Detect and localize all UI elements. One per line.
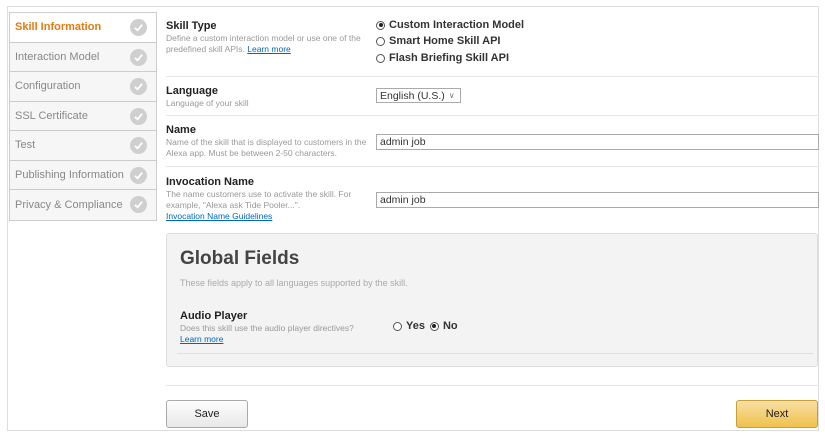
audio-player-description: Does this skill use the audio player dir… bbox=[180, 323, 354, 345]
radio-flash-briefing-skill-api[interactable]: Flash Briefing Skill API bbox=[376, 52, 509, 64]
sidebar-item-publishing-information[interactable]: Publishing Information bbox=[10, 160, 156, 190]
language-select-value: English (U.S.) bbox=[380, 89, 445, 102]
invocation-name-input[interactable] bbox=[376, 192, 819, 208]
checkmark-icon bbox=[130, 137, 147, 154]
audio-player-radio-group: Yes No bbox=[390, 320, 458, 332]
checkmark-icon bbox=[130, 166, 147, 184]
global-fields-panel: Global Fields These fields apply to all … bbox=[166, 233, 818, 367]
next-button[interactable]: Next bbox=[736, 400, 818, 428]
sidebar-item-privacy-compliance[interactable]: Privacy & Compliance bbox=[10, 190, 156, 220]
radio-button-icon[interactable] bbox=[376, 20, 385, 30]
radio-label: Flash Briefing Skill API bbox=[389, 52, 510, 64]
radio-label: Custom Interaction Model bbox=[389, 19, 525, 31]
skill-type-title: Skill Type bbox=[166, 20, 217, 32]
audio-desc-text: Does this skill use the audio player dir… bbox=[180, 323, 354, 333]
learn-more-link[interactable]: Learn more bbox=[247, 44, 290, 54]
checkmark-icon bbox=[130, 19, 147, 36]
radio-yes-icon[interactable] bbox=[393, 321, 402, 331]
audio-learn-more-link[interactable]: Learn more bbox=[180, 334, 223, 344]
radio-no-label[interactable]: No bbox=[443, 320, 458, 332]
language-title: Language bbox=[166, 85, 218, 97]
panel-divider bbox=[177, 353, 813, 354]
save-button[interactable]: Save bbox=[166, 400, 248, 428]
name-description: Name of the skill that is displayed to c… bbox=[166, 137, 367, 158]
invocation-name-description: The name customers use to activate the s… bbox=[166, 189, 371, 222]
sidebar-item-skill-information[interactable]: Skill Information bbox=[10, 13, 156, 43]
section-divider bbox=[166, 166, 819, 167]
checkmark-icon bbox=[130, 196, 147, 213]
invocation-guidelines-link[interactable]: Invocation Name Guidelines bbox=[166, 211, 272, 221]
language-select[interactable]: English (U.S.) ∨ bbox=[376, 88, 461, 103]
section-divider bbox=[166, 115, 819, 116]
global-fields-title: Global Fields bbox=[180, 248, 300, 269]
skill-type-description: Define a custom interaction model or use… bbox=[166, 33, 371, 55]
checkmark-icon bbox=[130, 48, 147, 66]
audio-player-title: Audio Player bbox=[180, 310, 248, 322]
radio-custom-interaction-model[interactable]: Custom Interaction Model bbox=[376, 19, 524, 31]
radio-label: Smart Home Skill API bbox=[389, 35, 501, 47]
radio-button-icon[interactable] bbox=[376, 53, 385, 63]
radio-no-icon[interactable] bbox=[429, 321, 439, 331]
sidebar-item-configuration[interactable]: Configuration bbox=[10, 72, 156, 102]
radio-button-icon[interactable] bbox=[376, 36, 385, 46]
section-divider bbox=[166, 385, 819, 386]
sidebar-nav: Skill Information Interaction Model Conf… bbox=[9, 12, 157, 221]
language-description: Language of your skill bbox=[166, 98, 249, 108]
name-title: Name bbox=[166, 124, 196, 136]
checkmark-icon bbox=[130, 78, 147, 95]
sidebar-item-ssl-certificate[interactable]: SSL Certificate bbox=[10, 101, 156, 131]
invocation-desc-text: The name customers use to activate the s… bbox=[166, 189, 352, 210]
checkmark-icon bbox=[130, 107, 147, 125]
global-fields-subtitle: These fields apply to all languages supp… bbox=[180, 278, 408, 288]
invocation-name-title: Invocation Name bbox=[166, 176, 255, 188]
sidebar-item-interaction-model[interactable]: Interaction Model bbox=[10, 42, 156, 72]
sidebar-item-test[interactable]: Test bbox=[10, 131, 156, 161]
radio-yes-label[interactable]: Yes bbox=[406, 320, 425, 332]
skill-name-input[interactable] bbox=[376, 134, 819, 150]
radio-smart-home-skill-api[interactable]: Smart Home Skill API bbox=[376, 35, 500, 47]
chevron-down-icon: ∨ bbox=[448, 91, 455, 100]
section-divider bbox=[166, 76, 819, 77]
